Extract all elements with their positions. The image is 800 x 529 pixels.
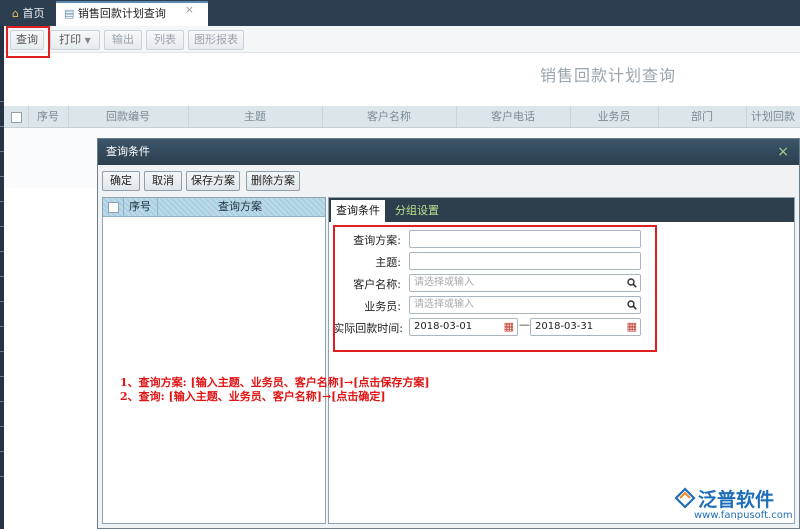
export-button[interactable]: 输出: [104, 30, 142, 50]
annotation-line-2: 2、查询: [输入主题、业务员、客户名称]→[点击确定]: [120, 390, 386, 403]
checkbox-icon: [107, 201, 119, 213]
checkbox-icon: [10, 111, 22, 123]
query-highlight-box: [6, 26, 50, 58]
tab-sales-payment-plan[interactable]: ▤ 销售回款计划查询 ×: [56, 1, 208, 28]
cancel-button[interactable]: 取消: [144, 171, 182, 191]
conditions-tabs: 查询条件 分组设置: [329, 198, 794, 222]
delete-scheme-button[interactable]: 删除方案: [246, 171, 300, 191]
scheme-list-panel: 序号 查询方案: [102, 197, 326, 524]
tab-active-label: 销售回款计划查询: [77, 7, 166, 20]
column-header[interactable]: 主题: [188, 106, 323, 127]
column-header[interactable]: 业务员: [570, 106, 659, 127]
dialog-title-bar: 查询条件 ×: [98, 139, 799, 165]
form-highlight-box: [333, 225, 657, 352]
grid-header: 序号 回款编号 主题 客户名称 客户电话 业务员 部门 计划回款: [4, 106, 800, 128]
tab-home-label: 首页: [22, 7, 45, 20]
tab-close-icon[interactable]: ×: [185, 0, 194, 21]
document-icon: ▤: [64, 7, 75, 20]
page-title: 销售回款计划查询: [540, 66, 677, 85]
confirm-button[interactable]: 确定: [102, 171, 140, 191]
column-header[interactable]: 部门: [658, 106, 747, 127]
print-label: 打印: [59, 33, 82, 46]
chart-report-button[interactable]: 图形报表: [188, 30, 244, 50]
chevron-down-icon: ▼: [84, 36, 91, 45]
dialog-title: 查询条件: [106, 145, 150, 158]
tab-home[interactable]: ⌂ 首页: [4, 3, 60, 26]
tab-group-settings[interactable]: 分组设置: [387, 200, 447, 222]
toolbar: 查询 打印 ▼ 输出 列表 图形报表: [4, 26, 800, 53]
tab-conditions[interactable]: 查询条件: [331, 200, 385, 222]
column-header[interactable]: 序号: [28, 106, 69, 127]
scheme-list-header: 序号 查询方案: [103, 198, 325, 217]
scheme-select-all[interactable]: [103, 198, 124, 216]
left-side-strip: [0, 26, 4, 529]
tab-bar: ⌂ 首页 ▤ 销售回款计划查询 ×: [0, 0, 800, 28]
brand-logo: 泛普软件 www.fanpusoft.com: [672, 483, 800, 529]
print-button[interactable]: 打印 ▼: [50, 30, 100, 50]
close-icon[interactable]: ×: [777, 139, 789, 165]
save-scheme-button[interactable]: 保存方案: [186, 171, 240, 191]
scheme-col-name: 查询方案: [218, 200, 262, 213]
column-header[interactable]: 计划回款: [746, 106, 800, 127]
logo-mark-icon: [674, 487, 696, 509]
column-header[interactable]: 回款编号: [68, 106, 189, 127]
columns-button[interactable]: 列表: [146, 30, 184, 50]
grid-select-all[interactable]: [4, 106, 29, 127]
home-icon: ⌂: [12, 7, 19, 20]
logo-name: 泛普软件: [698, 489, 775, 511]
column-header[interactable]: 客户电话: [456, 106, 571, 127]
column-header[interactable]: 客户名称: [322, 106, 457, 127]
scheme-col-index: 序号: [123, 198, 158, 216]
logo-url: www.fanpusoft.com: [694, 510, 793, 521]
